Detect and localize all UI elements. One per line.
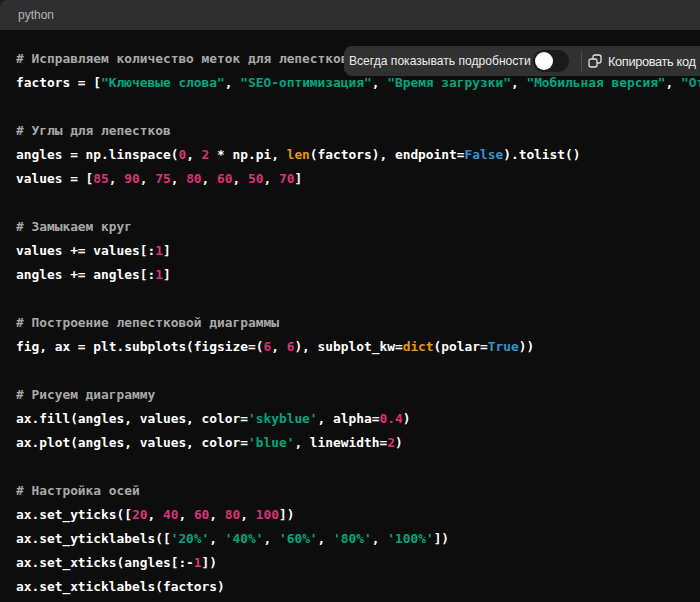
code-line <box>16 455 692 479</box>
language-label: python <box>18 8 54 22</box>
code-area: # Исправляем количество меток для лепест… <box>0 30 700 602</box>
copy-icon <box>587 53 603 72</box>
toggle-knob <box>535 52 553 70</box>
code-line: ax.set_yticks([20, 40, 60, 80, 100]) <box>16 503 692 527</box>
always-show-details-toggle[interactable] <box>533 50 569 72</box>
code-line: values += values[:1] <box>16 239 692 263</box>
copy-code-label: Копировать код <box>608 54 696 69</box>
code-line: # Настройка осей <box>16 479 692 503</box>
code-line: # Углы для лепестков <box>16 119 692 143</box>
code-line <box>16 191 692 215</box>
code-actions-toolbar: Всегда показывать подробности Копировать… <box>344 46 700 76</box>
code-block: python # Исправляем количество меток для… <box>0 0 700 602</box>
code-line: ax.plot(angles, values, color='blue', li… <box>16 431 692 455</box>
code-line: angles += angles[:1] <box>16 263 692 287</box>
always-show-details-label: Всегда показывать подробности <box>349 54 531 68</box>
code-line <box>16 359 692 383</box>
code-header: python <box>0 0 700 30</box>
code-line: ax.set_xticks(angles[:-1]) <box>16 551 692 575</box>
code-line: # Рисуем диаграмму <box>16 383 692 407</box>
code-line: # Замыкаем круг <box>16 215 692 239</box>
toolbar-divider <box>581 51 582 71</box>
code-line: ax.set_xticklabels(factors) <box>16 575 692 599</box>
code-line <box>16 95 692 119</box>
code-line: ax.set_yticklabels(['20%', '40%', '60%',… <box>16 527 692 551</box>
code-line: values = [85, 90, 75, 80, 60, 50, 70] <box>16 167 692 191</box>
code-line <box>16 287 692 311</box>
code-line: angles = np.linspace(0, 2 * np.pi, len(f… <box>16 143 692 167</box>
copy-code-button[interactable]: Копировать код <box>587 46 698 76</box>
code-line: fig, ax = plt.subplots(figsize=(6, 6), s… <box>16 335 692 359</box>
code-line: ax.fill(angles, values, color='skyblue',… <box>16 407 692 431</box>
code-line: # Построение лепестковой диаграммы <box>16 311 692 335</box>
